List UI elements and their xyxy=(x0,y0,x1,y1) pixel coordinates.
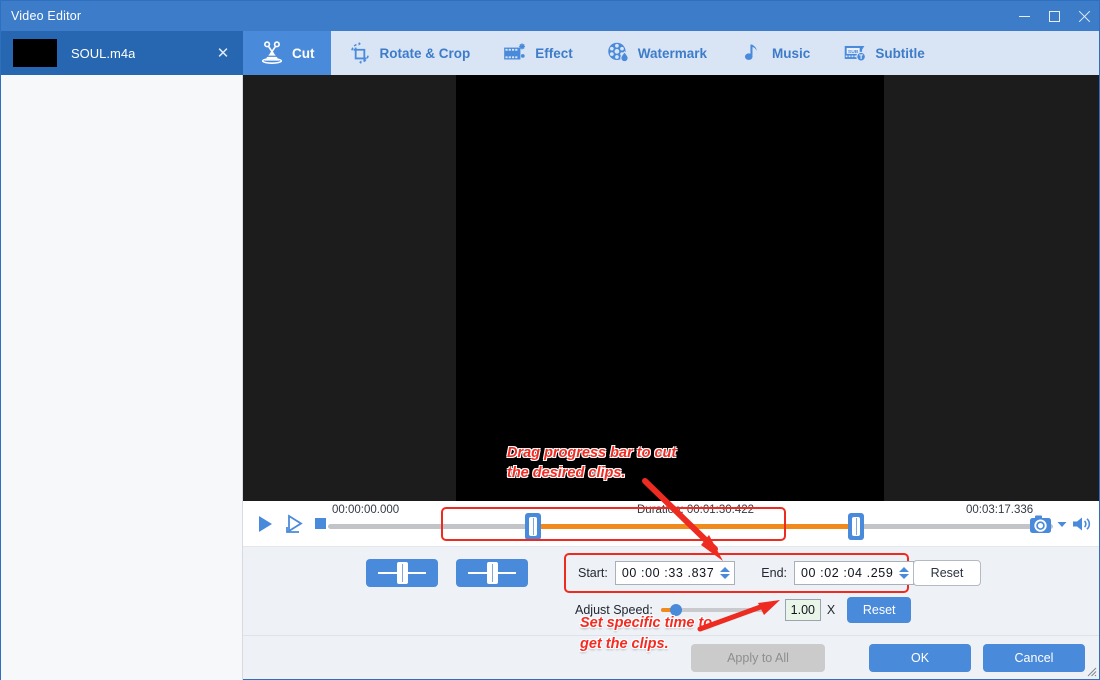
spinner-up-icon[interactable] xyxy=(899,567,909,572)
subtitle-icon: SUB T xyxy=(842,40,868,66)
file-name: SOUL.m4a xyxy=(71,46,135,61)
end-time-input[interactable]: 00 :02 :04 .259 xyxy=(794,561,914,585)
watermark-icon xyxy=(605,40,631,66)
maximize-icon xyxy=(1049,11,1060,22)
tab-rotate-crop-label: Rotate & Crop xyxy=(380,46,471,61)
current-time-label: 00:00:00.000 xyxy=(332,504,399,516)
ok-button[interactable]: OK xyxy=(869,644,971,672)
spinner-down-icon[interactable] xyxy=(899,574,909,579)
start-label: Start: xyxy=(578,566,608,580)
stop-icon xyxy=(313,514,329,532)
timeline-start-handle[interactable] xyxy=(525,513,541,540)
tab-effect-label: Effect xyxy=(535,46,573,61)
tab-cut-label: Cut xyxy=(292,46,315,61)
play-button[interactable] xyxy=(255,514,275,539)
tab-cut[interactable]: Cut xyxy=(243,31,331,75)
timeline-end-handle[interactable] xyxy=(848,513,864,540)
video-thumbnail xyxy=(13,39,57,67)
close-file-icon[interactable]: ✕ xyxy=(215,46,231,61)
cut-handle-icon xyxy=(487,562,498,584)
total-time-label: 00:03:17.336 xyxy=(966,504,1033,516)
spinner-down-icon[interactable] xyxy=(720,574,730,579)
minimize-button[interactable] xyxy=(1009,1,1039,31)
reset-time-button[interactable]: Reset xyxy=(913,560,981,586)
svg-text:T: T xyxy=(859,54,863,61)
camera-icon xyxy=(1029,513,1053,535)
timeline-right-tools xyxy=(1029,513,1093,535)
maximize-button[interactable] xyxy=(1039,1,1069,31)
tab-effect[interactable]: Effect xyxy=(486,31,589,75)
video-editor-window: Video Editor SOUL.m4a ✕ xyxy=(0,0,1100,680)
title-bar: Video Editor xyxy=(1,1,1099,31)
tab-music-label: Music xyxy=(772,46,810,61)
cancel-button[interactable]: Cancel xyxy=(983,644,1085,672)
annotation-set-time: Set specific time to get the clips. xyxy=(580,613,712,655)
set-start-here-button[interactable] xyxy=(366,559,438,587)
tab-watermark[interactable]: Watermark xyxy=(589,31,723,75)
play-icon xyxy=(255,514,275,534)
tab-watermark-label: Watermark xyxy=(638,46,707,61)
annotation-arrow-2 xyxy=(696,599,786,640)
tab-subtitle-label: Subtitle xyxy=(875,46,925,61)
play-selection-button[interactable] xyxy=(284,514,306,539)
file-list-panel xyxy=(1,75,243,680)
cut-handle-icon xyxy=(397,562,408,584)
volume-icon xyxy=(1071,514,1093,534)
resize-grip-icon[interactable] xyxy=(1087,667,1097,677)
handle-grip-icon xyxy=(529,517,537,536)
rotate-crop-icon xyxy=(347,40,373,66)
music-note-icon xyxy=(739,40,765,66)
video-frame xyxy=(456,75,884,501)
speed-unit-label: X xyxy=(827,603,835,617)
play-selection-icon xyxy=(284,514,306,534)
handle-grip-icon xyxy=(852,517,860,536)
scissors-icon xyxy=(259,40,285,66)
tab-rotate-crop[interactable]: Rotate & Crop xyxy=(331,31,487,75)
window-controls xyxy=(1009,1,1099,31)
end-time-spinner[interactable] xyxy=(899,567,909,579)
set-end-here-button[interactable] xyxy=(456,559,528,587)
video-preview[interactable]: Drag progress bar to cut the desired cli… xyxy=(243,75,1099,501)
tab-music[interactable]: Music xyxy=(723,31,826,75)
window-title: Video Editor xyxy=(1,9,81,23)
reset-speed-button[interactable]: Reset xyxy=(847,597,911,623)
end-label: End: xyxy=(761,566,787,580)
end-time-value: 00 :02 :04 .259 xyxy=(801,566,893,580)
tab-subtitle[interactable]: SUB T Subtitle xyxy=(826,31,941,75)
minimize-icon xyxy=(1019,16,1030,17)
editor-tabs: Cut Rotate & Crop xyxy=(243,31,1099,75)
film-effect-icon xyxy=(502,40,528,66)
file-tab[interactable]: SOUL.m4a ✕ xyxy=(1,31,243,75)
annotation-arrow-1 xyxy=(639,475,739,572)
close-icon xyxy=(1078,10,1091,23)
speed-value-input[interactable]: 1.00 xyxy=(785,599,821,621)
close-button[interactable] xyxy=(1069,1,1099,31)
stop-button[interactable] xyxy=(313,514,329,537)
chevron-down-icon xyxy=(1056,519,1068,529)
